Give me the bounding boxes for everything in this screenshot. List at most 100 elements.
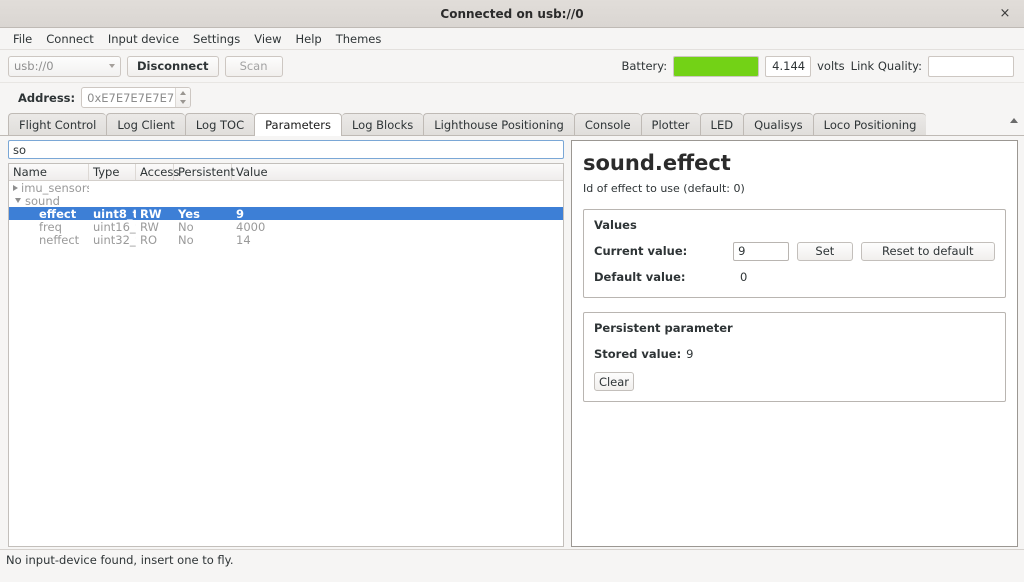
menu-item-view[interactable]: View [247, 30, 288, 48]
disconnect-button[interactable]: Disconnect [127, 55, 219, 77]
scan-button[interactable]: Scan [224, 55, 283, 77]
address-step-down-button[interactable] [176, 98, 190, 108]
current-value-input[interactable] [733, 241, 790, 261]
address-spinbox[interactable]: 0xE7E7E7E7E7 [81, 87, 192, 108]
caret-up-glyph [1010, 117, 1018, 123]
tab-parameters[interactable]: Parameters [254, 113, 342, 136]
menu-item-file[interactable]: File [6, 30, 39, 48]
table-row[interactable]: freq uint16_t RW No 4000 [9, 219, 563, 234]
set-button[interactable]: Set [797, 241, 853, 261]
cell-name-text: sound [25, 193, 60, 208]
cell-name: imu_sensors [9, 181, 89, 195]
link-quality-label: Link Quality: [850, 59, 922, 73]
window-title: Connected on usb://0 [440, 6, 584, 21]
window-titlebar: Connected on usb://0 × [0, 0, 1024, 28]
tab-qualisys[interactable]: Qualisys [743, 113, 813, 135]
caret-up-icon [180, 90, 187, 95]
menu-bar: File Connect Input device Settings View … [0, 28, 1024, 50]
address-value[interactable]: 0xE7E7E7E7E7 [82, 88, 175, 107]
cell-value: 9 [236, 206, 245, 221]
caret-down-icon [180, 100, 187, 105]
menu-item-settings[interactable]: Settings [186, 30, 247, 48]
close-icon[interactable]: × [996, 5, 1014, 23]
column-header-name[interactable]: Name [9, 164, 89, 180]
cell-access: RW [140, 219, 159, 234]
menu-item-connect[interactable]: Connect [39, 30, 101, 48]
main-content: Name Type Access Persistent Value imu_se… [0, 136, 1024, 549]
parameter-title: sound.effect [583, 151, 731, 175]
connection-uri-value: usb://0 [14, 59, 54, 73]
tab-plotter[interactable]: Plotter [640, 113, 700, 135]
persistent-groupbox-title: Persistent parameter [594, 321, 733, 336]
cell-persistent: No [178, 219, 194, 234]
cell-name-text: imu_sensors [21, 181, 89, 195]
parameters-left-pane: Name Type Access Persistent Value imu_se… [8, 140, 564, 547]
cell-access: RW [140, 206, 162, 221]
menu-item-input-device[interactable]: Input device [101, 30, 186, 48]
tab-log-blocks[interactable]: Log Blocks [341, 113, 424, 135]
cell-name: sound [9, 194, 89, 208]
cell-type: uint8_t [93, 206, 136, 221]
tab-loco-positioning[interactable]: Loco Positioning [812, 113, 927, 135]
cell-name-text: neffect [39, 232, 80, 247]
battery-bar [673, 55, 760, 77]
status-bar: No input-device found, insert one to fly… [0, 549, 1024, 570]
main-tabbar: Flight Control Log Client Log TOC Parame… [0, 112, 1024, 136]
tabbar-scroll-up-icon[interactable] [1008, 114, 1020, 126]
table-row[interactable]: effect uint8_t RW Yes 9 [9, 206, 563, 221]
cell-name-text: effect [39, 206, 77, 221]
current-value-label: Current value: [594, 244, 688, 259]
tab-log-toc[interactable]: Log TOC [184, 113, 255, 135]
parameter-tree: Name Type Access Persistent Value imu_se… [8, 163, 564, 547]
table-row[interactable]: neffect uint32_t RO No 14 [9, 232, 563, 247]
cell-persistent: Yes [178, 206, 200, 221]
parameter-search-input[interactable] [8, 140, 564, 159]
cell-type: uint16_t [93, 219, 136, 234]
parameter-detail-panel: sound.effect Id of effect to use (defaul… [571, 140, 1018, 547]
cell-access: RO [140, 232, 158, 247]
tab-led[interactable]: LED [699, 113, 744, 135]
clear-button[interactable]: Clear [594, 372, 634, 392]
volts-label: volts [817, 59, 845, 73]
reset-to-default-button[interactable]: Reset to default [860, 241, 996, 261]
default-value: 0 [740, 270, 748, 285]
parameter-tree-body: imu_sensors sound effect uint8_t RW Yes 9 freq u… [9, 181, 563, 546]
parameter-description: Id of effect to use (default: 0) [583, 182, 745, 196]
stored-value-label: Stored value: [594, 347, 682, 362]
voltage-value: 4.144 [765, 55, 812, 77]
default-value-label: Default value: [594, 270, 686, 285]
cell-value: 4000 [236, 219, 266, 234]
chevron-down-icon[interactable] [13, 198, 22, 203]
expander-glyph [14, 198, 21, 203]
table-row[interactable]: sound [9, 194, 563, 208]
column-header-persistent[interactable]: Persistent [174, 164, 235, 180]
cell-type: uint32_t [93, 232, 136, 247]
table-row[interactable]: imu_sensors [9, 181, 563, 195]
current-value-row: Current value: Set Reset to default [594, 241, 996, 261]
column-header-type[interactable]: Type [89, 164, 136, 180]
tab-lighthouse-positioning[interactable]: Lighthouse Positioning [423, 113, 574, 135]
values-groupbox-title: Values [594, 218, 637, 233]
tab-log-client[interactable]: Log Client [106, 113, 185, 135]
battery-label: Battery: [621, 59, 668, 73]
cell-name: freq [9, 220, 89, 234]
persistent-parameter-groupbox: Persistent parameter Stored value: 9 Cle… [583, 312, 1006, 403]
address-steppers [175, 88, 191, 108]
cell-name-text: freq [39, 219, 62, 234]
battery-bar-fill [674, 56, 759, 76]
chevron-right-icon[interactable] [13, 184, 18, 191]
chevron-down-icon [109, 64, 115, 68]
tab-flight-control[interactable]: Flight Control [8, 113, 107, 135]
address-label: Address: [18, 90, 76, 105]
column-header-access[interactable]: Access [136, 164, 179, 180]
menu-item-themes[interactable]: Themes [329, 30, 389, 48]
cell-persistent: No [178, 232, 194, 247]
tab-console[interactable]: Console [573, 113, 641, 135]
link-quality-bar [928, 55, 1014, 77]
address-step-up-button[interactable] [176, 88, 190, 98]
menu-item-help[interactable]: Help [289, 30, 329, 48]
connection-uri-combo[interactable]: usb://0 [8, 55, 121, 77]
stored-value-row: Stored value: 9 [594, 344, 995, 364]
address-row: Address: 0xE7E7E7E7E7 [0, 82, 1024, 112]
column-header-value[interactable]: Value [232, 164, 563, 180]
